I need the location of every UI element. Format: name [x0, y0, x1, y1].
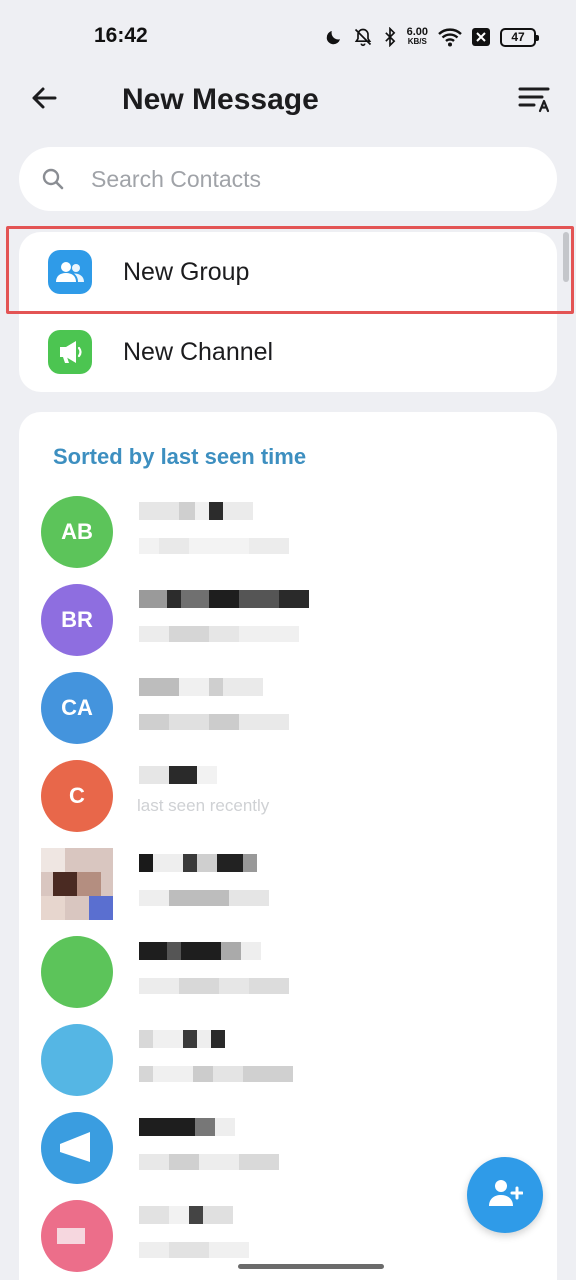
- megaphone-icon: [48, 330, 92, 374]
- name-redacted: [139, 1118, 235, 1136]
- new-channel-label: New Channel: [123, 337, 274, 366]
- avatar-initials: C: [69, 783, 85, 808]
- contact-row[interactable]: CA: [19, 664, 557, 752]
- net-speed: 6.00 KB/S: [407, 27, 428, 47]
- add-contact-button[interactable]: [467, 1157, 543, 1233]
- group-icon: [48, 250, 92, 294]
- new-channel-button[interactable]: New Channel: [19, 312, 557, 392]
- wifi-icon: [438, 27, 462, 47]
- avatar: [41, 1024, 113, 1096]
- battery-indicator: 47: [500, 27, 539, 47]
- bluetooth-icon: [383, 27, 397, 47]
- contacts-card: Sorted by last seen time AB BR CA C last…: [19, 412, 557, 1280]
- status-redacted: [139, 538, 289, 554]
- name-redacted: [139, 766, 217, 784]
- sort-button[interactable]: [516, 80, 556, 120]
- section-header: Sorted by last seen time: [53, 444, 307, 469]
- contact-row[interactable]: BR: [19, 576, 557, 664]
- close-box-icon: [472, 28, 490, 46]
- avatar-initials: BR: [61, 607, 93, 632]
- net-speed-unit: KB/S: [407, 37, 427, 46]
- add-contact-icon: [487, 1178, 524, 1213]
- home-indicator[interactable]: [238, 1264, 384, 1269]
- avatar: AB: [41, 496, 113, 568]
- page-title: New Message: [122, 83, 319, 116]
- sort-az-icon: [518, 83, 554, 118]
- name-redacted: [139, 502, 253, 520]
- app-header: New Message: [0, 72, 576, 128]
- status-time: 16:42: [94, 24, 148, 47]
- status-bar: 16:42 6.00 KB/S 47: [0, 0, 576, 72]
- contact-row[interactable]: [19, 840, 557, 928]
- status-redacted: [139, 1066, 293, 1082]
- name-redacted: [139, 1030, 225, 1048]
- name-redacted: [139, 590, 309, 608]
- avatar: [41, 1112, 113, 1184]
- back-button[interactable]: [24, 80, 64, 120]
- status-icons: 6.00 KB/S 47: [325, 22, 539, 52]
- contact-row[interactable]: AB: [19, 488, 557, 576]
- avatar: C: [41, 760, 113, 832]
- contact-status: last seen recently: [137, 796, 270, 815]
- avatar: [41, 936, 113, 1008]
- new-group-button[interactable]: New Group: [19, 232, 557, 312]
- contact-row[interactable]: C last seen recently: [19, 752, 557, 840]
- avatar: CA: [41, 672, 113, 744]
- mute-bell-icon: [353, 27, 373, 47]
- status-redacted: [139, 714, 289, 730]
- net-speed-value: 6.00: [406, 26, 428, 38]
- search-icon: [41, 167, 65, 191]
- status-redacted: [139, 890, 269, 906]
- new-group-label: New Group: [123, 257, 250, 286]
- contact-row[interactable]: [19, 928, 557, 1016]
- status-redacted: [139, 1154, 279, 1170]
- name-redacted: [139, 854, 257, 872]
- avatar: BR: [41, 584, 113, 656]
- actions-card: New Group New Channel: [19, 232, 557, 392]
- avatar: [41, 848, 113, 920]
- name-redacted: [139, 942, 261, 960]
- search-bar[interactable]: [19, 147, 557, 211]
- avatar: [41, 1200, 113, 1272]
- moon-icon: [325, 28, 343, 46]
- status-redacted: [139, 978, 289, 994]
- status-redacted: [139, 1242, 249, 1258]
- name-redacted: [139, 678, 263, 696]
- status-redacted: [139, 626, 299, 642]
- avatar-initials: CA: [61, 695, 93, 720]
- avatar-initials: AB: [61, 519, 93, 544]
- arrow-left-icon: [29, 83, 59, 118]
- contact-row[interactable]: [19, 1016, 557, 1104]
- search-input[interactable]: [91, 165, 491, 193]
- name-redacted: [139, 1206, 233, 1224]
- scrollbar-thumb[interactable]: [563, 232, 569, 282]
